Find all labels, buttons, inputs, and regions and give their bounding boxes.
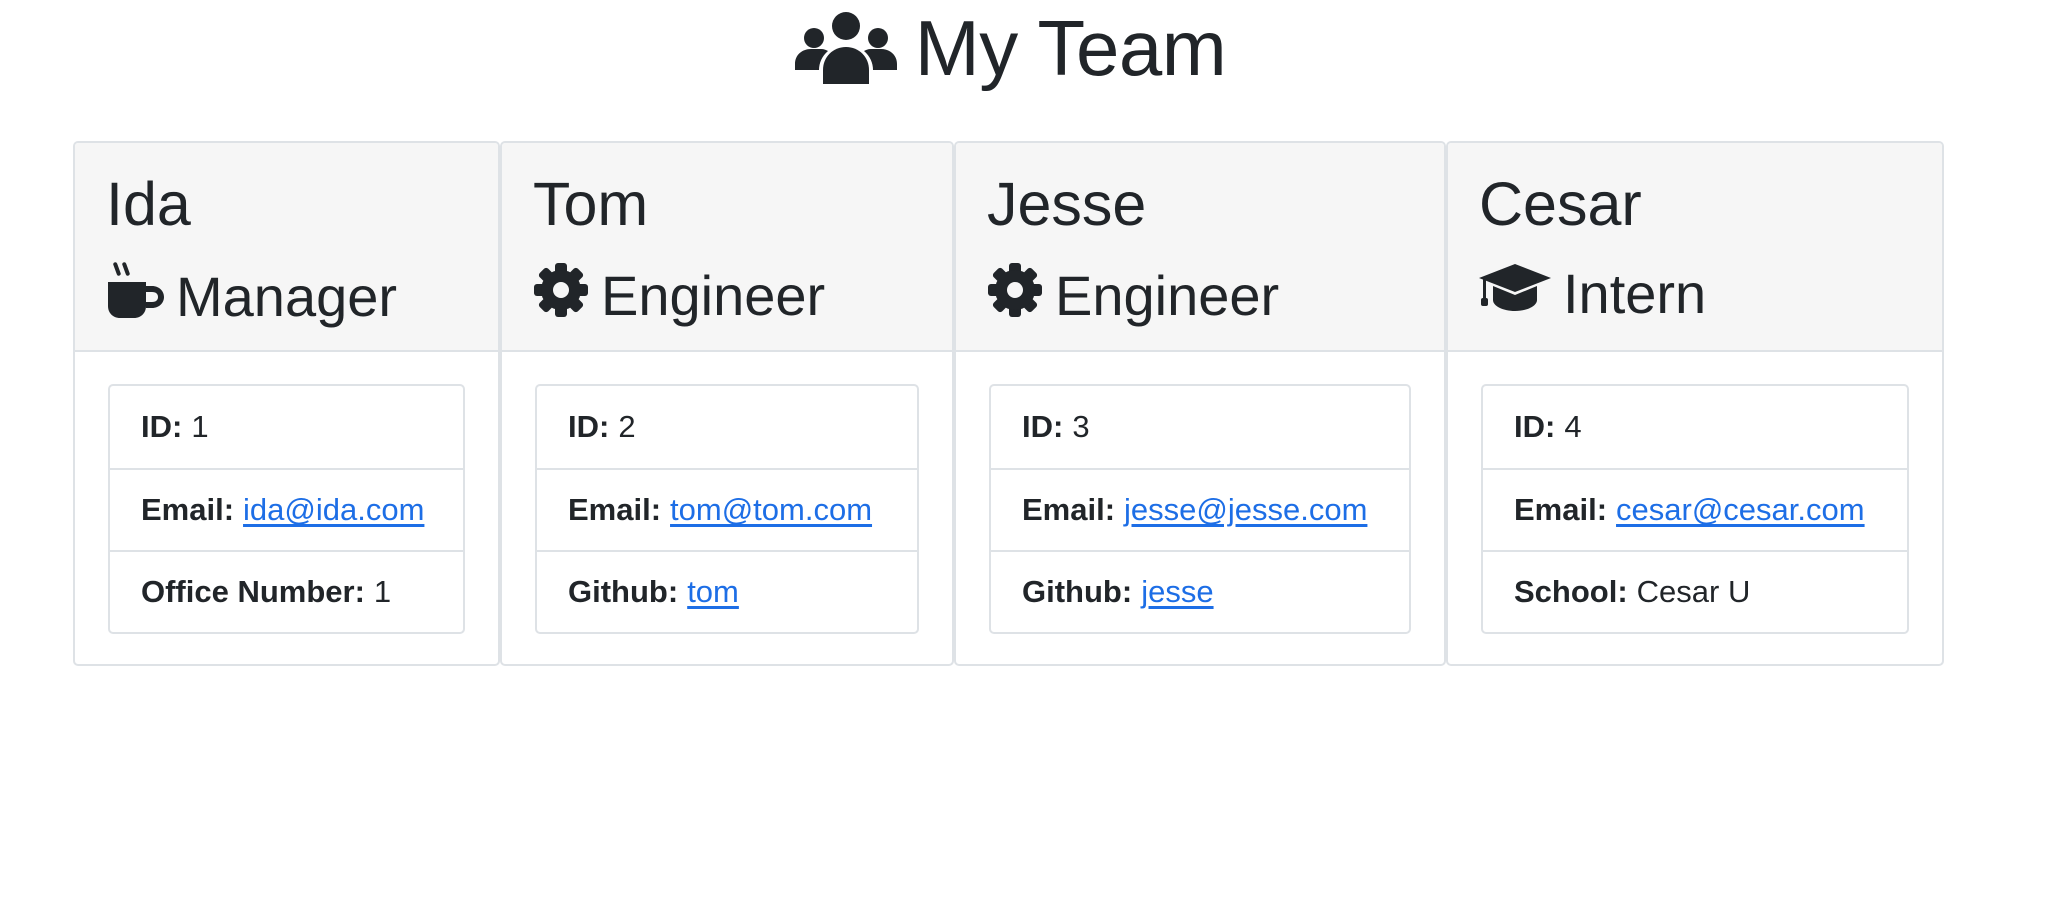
office-number-row: Office Number: 1 bbox=[110, 550, 463, 632]
id-row: ID: 4 bbox=[1483, 386, 1907, 468]
email-row: Email: tom@tom.com bbox=[537, 468, 917, 550]
card-header: Tom Engineer bbox=[502, 143, 952, 352]
coffee-mug-icon bbox=[106, 262, 164, 331]
id-label: ID: bbox=[1514, 409, 1556, 444]
info-list: ID: 3 Email: jesse@jesse.com Github: jes… bbox=[989, 384, 1411, 634]
github-link[interactable]: jesse bbox=[1141, 574, 1213, 610]
github-link[interactable]: tom bbox=[687, 574, 739, 610]
email-label: Email: bbox=[1022, 492, 1116, 527]
page-title: My Team bbox=[914, 4, 1227, 92]
email-row: Email: jesse@jesse.com bbox=[991, 468, 1409, 550]
github-row: Github: jesse bbox=[991, 550, 1409, 632]
id-label: ID: bbox=[141, 409, 183, 444]
id-row: ID: 1 bbox=[110, 386, 463, 468]
email-row: Email: cesar@cesar.com bbox=[1483, 468, 1907, 550]
card-body: ID: 4 Email: cesar@cesar.com School: Ces… bbox=[1448, 352, 1942, 664]
school-label: School: bbox=[1514, 574, 1628, 609]
employee-card: Tom Engineer ID: 2 Email: tom@tom.com Gi… bbox=[500, 141, 954, 666]
role-label: Intern bbox=[1563, 261, 1707, 325]
employee-card: Jesse Engineer ID: 3 Email: jesse@jesse.… bbox=[954, 141, 1446, 666]
email-link[interactable]: ida@ida.com bbox=[243, 492, 424, 528]
info-list: ID: 2 Email: tom@tom.com Github: tom bbox=[535, 384, 919, 634]
employee-name: Tom bbox=[533, 170, 649, 238]
id-label: ID: bbox=[1022, 409, 1064, 444]
github-label: Github: bbox=[568, 574, 679, 609]
role-label: Engineer bbox=[601, 263, 826, 327]
id-value: 4 bbox=[1564, 409, 1582, 444]
info-list: ID: 1 Email: ida@ida.com Office Number: … bbox=[108, 384, 465, 634]
employee-role: Intern bbox=[1479, 262, 1942, 325]
page: My Team Ida Manager ID: 1 Email: ida@ida… bbox=[0, 0, 2072, 906]
employee-card: Ida Manager ID: 1 Email: ida@ida.com Off… bbox=[73, 141, 500, 666]
email-link[interactable]: cesar@cesar.com bbox=[1616, 492, 1865, 528]
employee-role: Engineer bbox=[987, 262, 1444, 329]
card-header: Ida Manager bbox=[75, 143, 498, 352]
users-icon bbox=[794, 12, 897, 84]
employee-name: Cesar bbox=[1479, 170, 1642, 238]
card-header: Jesse Engineer bbox=[956, 143, 1444, 352]
id-value: 2 bbox=[618, 409, 636, 444]
card-body: ID: 3 Email: jesse@jesse.com Github: jes… bbox=[956, 352, 1444, 664]
email-label: Email: bbox=[568, 492, 662, 527]
email-row: Email: ida@ida.com bbox=[110, 468, 463, 550]
employee-name: Jesse bbox=[987, 170, 1147, 238]
email-link[interactable]: tom@tom.com bbox=[670, 492, 872, 528]
graduation-cap-icon bbox=[1479, 262, 1551, 325]
page-header: My Team bbox=[0, 0, 2021, 96]
employee-card: Cesar Intern ID: 4 Email: cesar@cesar.co… bbox=[1446, 141, 1944, 666]
card-body: ID: 1 Email: ida@ida.com Office Number: … bbox=[75, 352, 498, 664]
gear-icon bbox=[533, 262, 589, 329]
role-label: Engineer bbox=[1055, 263, 1280, 327]
header-inner: My Team bbox=[794, 0, 1227, 96]
github-label: Github: bbox=[1022, 574, 1133, 609]
id-row: ID: 3 bbox=[991, 386, 1409, 468]
email-label: Email: bbox=[141, 492, 235, 527]
github-row: Github: tom bbox=[537, 550, 917, 632]
employee-role: Manager bbox=[106, 262, 498, 331]
role-label: Manager bbox=[176, 264, 398, 328]
employee-name: Ida bbox=[106, 170, 191, 238]
gear-icon bbox=[987, 262, 1043, 329]
id-row: ID: 2 bbox=[537, 386, 917, 468]
office-number-value: 1 bbox=[373, 574, 392, 609]
employee-role: Engineer bbox=[533, 262, 952, 329]
id-value: 1 bbox=[191, 409, 209, 444]
card-header: Cesar Intern bbox=[1448, 143, 1942, 352]
school-value: Cesar U bbox=[1636, 574, 1751, 609]
email-label: Email: bbox=[1514, 492, 1608, 527]
email-link[interactable]: jesse@jesse.com bbox=[1124, 492, 1367, 528]
id-value: 3 bbox=[1072, 409, 1090, 444]
info-list: ID: 4 Email: cesar@cesar.com School: Ces… bbox=[1481, 384, 1909, 634]
id-label: ID: bbox=[568, 409, 610, 444]
card-body: ID: 2 Email: tom@tom.com Github: tom bbox=[502, 352, 952, 664]
office-number-label: Office Number: bbox=[141, 574, 365, 609]
school-row: School: Cesar U bbox=[1483, 550, 1907, 632]
